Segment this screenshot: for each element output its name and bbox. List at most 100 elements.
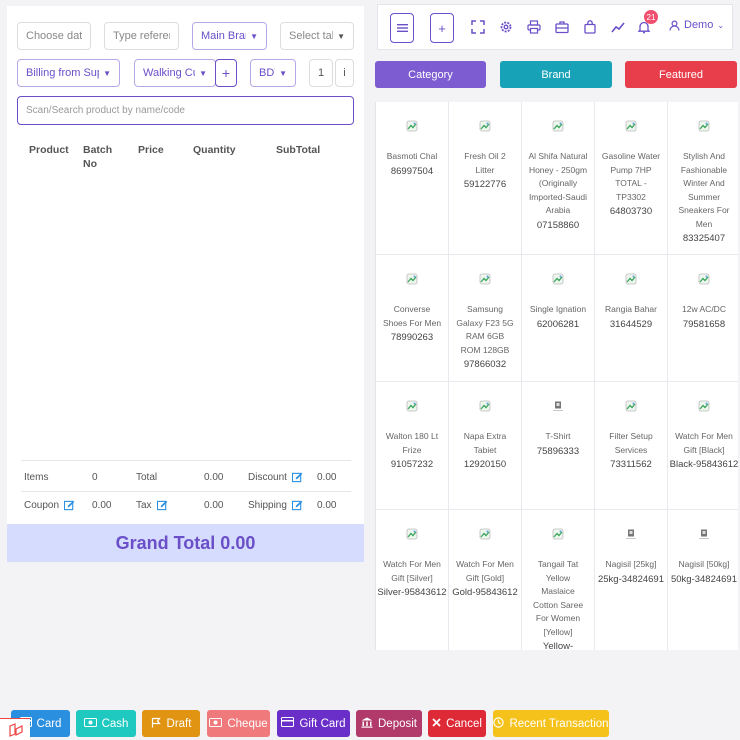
product-code: 25kg-34824691 <box>597 573 665 585</box>
menu-button[interactable] <box>390 13 414 43</box>
col-batch-line1: Batch <box>83 144 113 156</box>
deposit-button[interactable]: Deposit <box>356 710 422 737</box>
product-card[interactable]: Nagisil [50kg] 50kg-34824691 <box>668 510 738 650</box>
product-card[interactable]: Al Shifa Natural Honey - 250gm (Original… <box>522 102 595 255</box>
discount-row: Discount <box>248 472 303 483</box>
product-card[interactable]: Single Ignation 62006281 <box>522 255 595 382</box>
reference-input[interactable]: Type reference <box>104 22 179 50</box>
branch-select[interactable]: Main Branch ▼ <box>192 22 267 50</box>
product-code: 50kg-34824691 <box>670 573 738 585</box>
cancel-button[interactable]: Cancel <box>428 710 486 737</box>
coupon-label: Coupon <box>24 500 60 511</box>
add-button[interactable]: + <box>430 13 454 43</box>
col-subtotal: SubTotal <box>276 144 321 156</box>
add-customer-button[interactable]: + <box>215 59 237 87</box>
product-card[interactable]: Basmoti Chal 86997504 <box>376 102 449 255</box>
billing-select[interactable]: Billing from Supplier ▼ <box>17 59 120 87</box>
product-card[interactable]: Walton 180 Lt Frize 91057232 <box>376 382 449 510</box>
action-label: Draft <box>166 717 192 730</box>
fullscreen-icon[interactable] <box>471 20 485 34</box>
action-label: Gift Card <box>299 717 346 730</box>
shipping-row: Shipping <box>248 500 303 511</box>
tab-category[interactable]: Category <box>375 61 486 88</box>
product-card[interactable]: Watch For Men Gift [Gold] Gold-95843612 <box>449 510 522 650</box>
caret-down-icon: ▼ <box>337 31 345 41</box>
edit-icon[interactable] <box>156 500 168 511</box>
product-name: Gasoline Water Pump 7HP TOTAL - TP3302 <box>601 151 661 202</box>
quantity-info[interactable]: i <box>335 59 354 87</box>
table-select[interactable]: Select table ▼ <box>280 22 354 50</box>
product-card[interactable]: Stylish And Fashionable Winter And Summe… <box>668 102 738 255</box>
grand-total: Grand Total 0.00 <box>7 524 364 562</box>
print-icon[interactable] <box>527 20 541 34</box>
product-card[interactable]: Fresh Oil 2 Litter 59122776 <box>449 102 522 255</box>
product-card[interactable]: Rangia Bahar 31644529 <box>595 255 668 382</box>
edit-icon[interactable] <box>64 500 75 511</box>
product-card[interactable]: Gasoline Water Pump 7HP TOTAL - TP3302 64… <box>595 102 668 255</box>
date-placeholder: Choose date <box>26 30 82 42</box>
product-card[interactable]: Watch For Men Gift [Black] Black-95843612 <box>668 382 738 510</box>
quantity-value: 1 <box>317 67 325 79</box>
trend-chart-icon[interactable] <box>611 20 625 34</box>
product-code: 91057232 <box>390 459 434 470</box>
cash-icon <box>83 717 97 730</box>
product-card[interactable]: Converse Shoes For Men 78990263 <box>376 255 449 382</box>
recent-transaction-button[interactable]: Recent Transaction <box>493 710 609 737</box>
quantity-suffix: i <box>343 67 346 79</box>
user-name: Demo <box>684 19 714 31</box>
no-image-icon <box>553 401 563 411</box>
chevron-down-icon: ⌄ <box>717 20 725 30</box>
caret-down-icon: ▼ <box>279 68 287 78</box>
cheque-button[interactable]: Cheque <box>207 710 270 737</box>
broken-image-icon <box>698 273 710 285</box>
broken-image-icon <box>552 120 564 132</box>
product-name: Nagisil [50kg] <box>678 559 730 569</box>
briefcase-icon[interactable] <box>555 20 569 34</box>
product-card[interactable]: Napa Extra Tabiet 12920150 <box>449 382 522 510</box>
caret-down-icon: ▼ <box>250 31 258 41</box>
product-name: Basmoti Chal <box>386 151 438 161</box>
product-card[interactable]: 12w AC/DC 79581658 <box>668 255 738 382</box>
settings-icon[interactable] <box>499 20 513 34</box>
product-card[interactable]: Samsung Galaxy F23 5G RAM 6GB ROM 128GB 9… <box>449 255 522 382</box>
customer-select[interactable]: Walking Customer ▼ <box>134 59 216 87</box>
broken-image-icon <box>479 273 491 285</box>
cart-panel: Choose date Type reference Main Branch ▼… <box>7 6 364 562</box>
user-menu[interactable]: Demo ⌄ <box>669 19 724 31</box>
product-code: 78990263 <box>390 332 434 343</box>
edit-icon[interactable] <box>291 472 303 483</box>
product-card[interactable]: T-Shirt 75896333 <box>522 382 595 510</box>
product-code: Gold-95843612 <box>452 587 518 598</box>
app-logo-corner <box>0 718 30 740</box>
no-image-icon <box>626 529 636 539</box>
product-code: 12920150 <box>463 459 507 470</box>
action-label: Recent Transaction <box>509 717 609 730</box>
edit-icon[interactable] <box>291 500 303 511</box>
product-name: Watch For Men Gift [Black] <box>675 431 733 455</box>
date-input[interactable]: Choose date <box>17 22 91 50</box>
currency-select[interactable]: BDT ▼ <box>250 59 296 87</box>
broken-image-icon <box>406 273 418 285</box>
product-code: Yellow- <box>542 641 574 650</box>
product-card[interactable]: Watch For Men Gift [Silver] Silver-958436… <box>376 510 449 650</box>
top-toolbar: + 21 Demo ⌄ <box>377 4 733 50</box>
product-search-input[interactable]: Scan/Search product by name/code <box>17 96 354 125</box>
draft-button[interactable]: Draft <box>142 710 200 737</box>
tab-brand[interactable]: Brand <box>500 61 612 88</box>
product-card[interactable]: Filter Setup Services 73311562 <box>595 382 668 510</box>
divider <box>21 491 351 492</box>
product-name: Watch For Men Gift [Gold] <box>456 559 514 583</box>
cash-button[interactable]: Cash <box>76 710 136 737</box>
product-name: Single Ignation <box>529 304 587 314</box>
product-name: T-Shirt <box>545 431 571 441</box>
gift-card-button[interactable]: Gift Card <box>277 710 350 737</box>
product-card[interactable]: Tangail Tat Yellow Maslaice Cotton Saree… <box>522 510 595 650</box>
broken-image-icon <box>625 120 637 132</box>
reference-placeholder: Type reference <box>113 30 170 42</box>
tab-featured[interactable]: Featured <box>625 61 737 88</box>
user-icon <box>669 19 680 31</box>
shopping-bag-icon[interactable] <box>583 20 597 34</box>
quantity-input[interactable]: 1 <box>309 59 333 87</box>
product-name: Converse Shoes For Men <box>382 304 442 328</box>
product-card[interactable]: Nagisil [25kg] 25kg-34824691 <box>595 510 668 650</box>
